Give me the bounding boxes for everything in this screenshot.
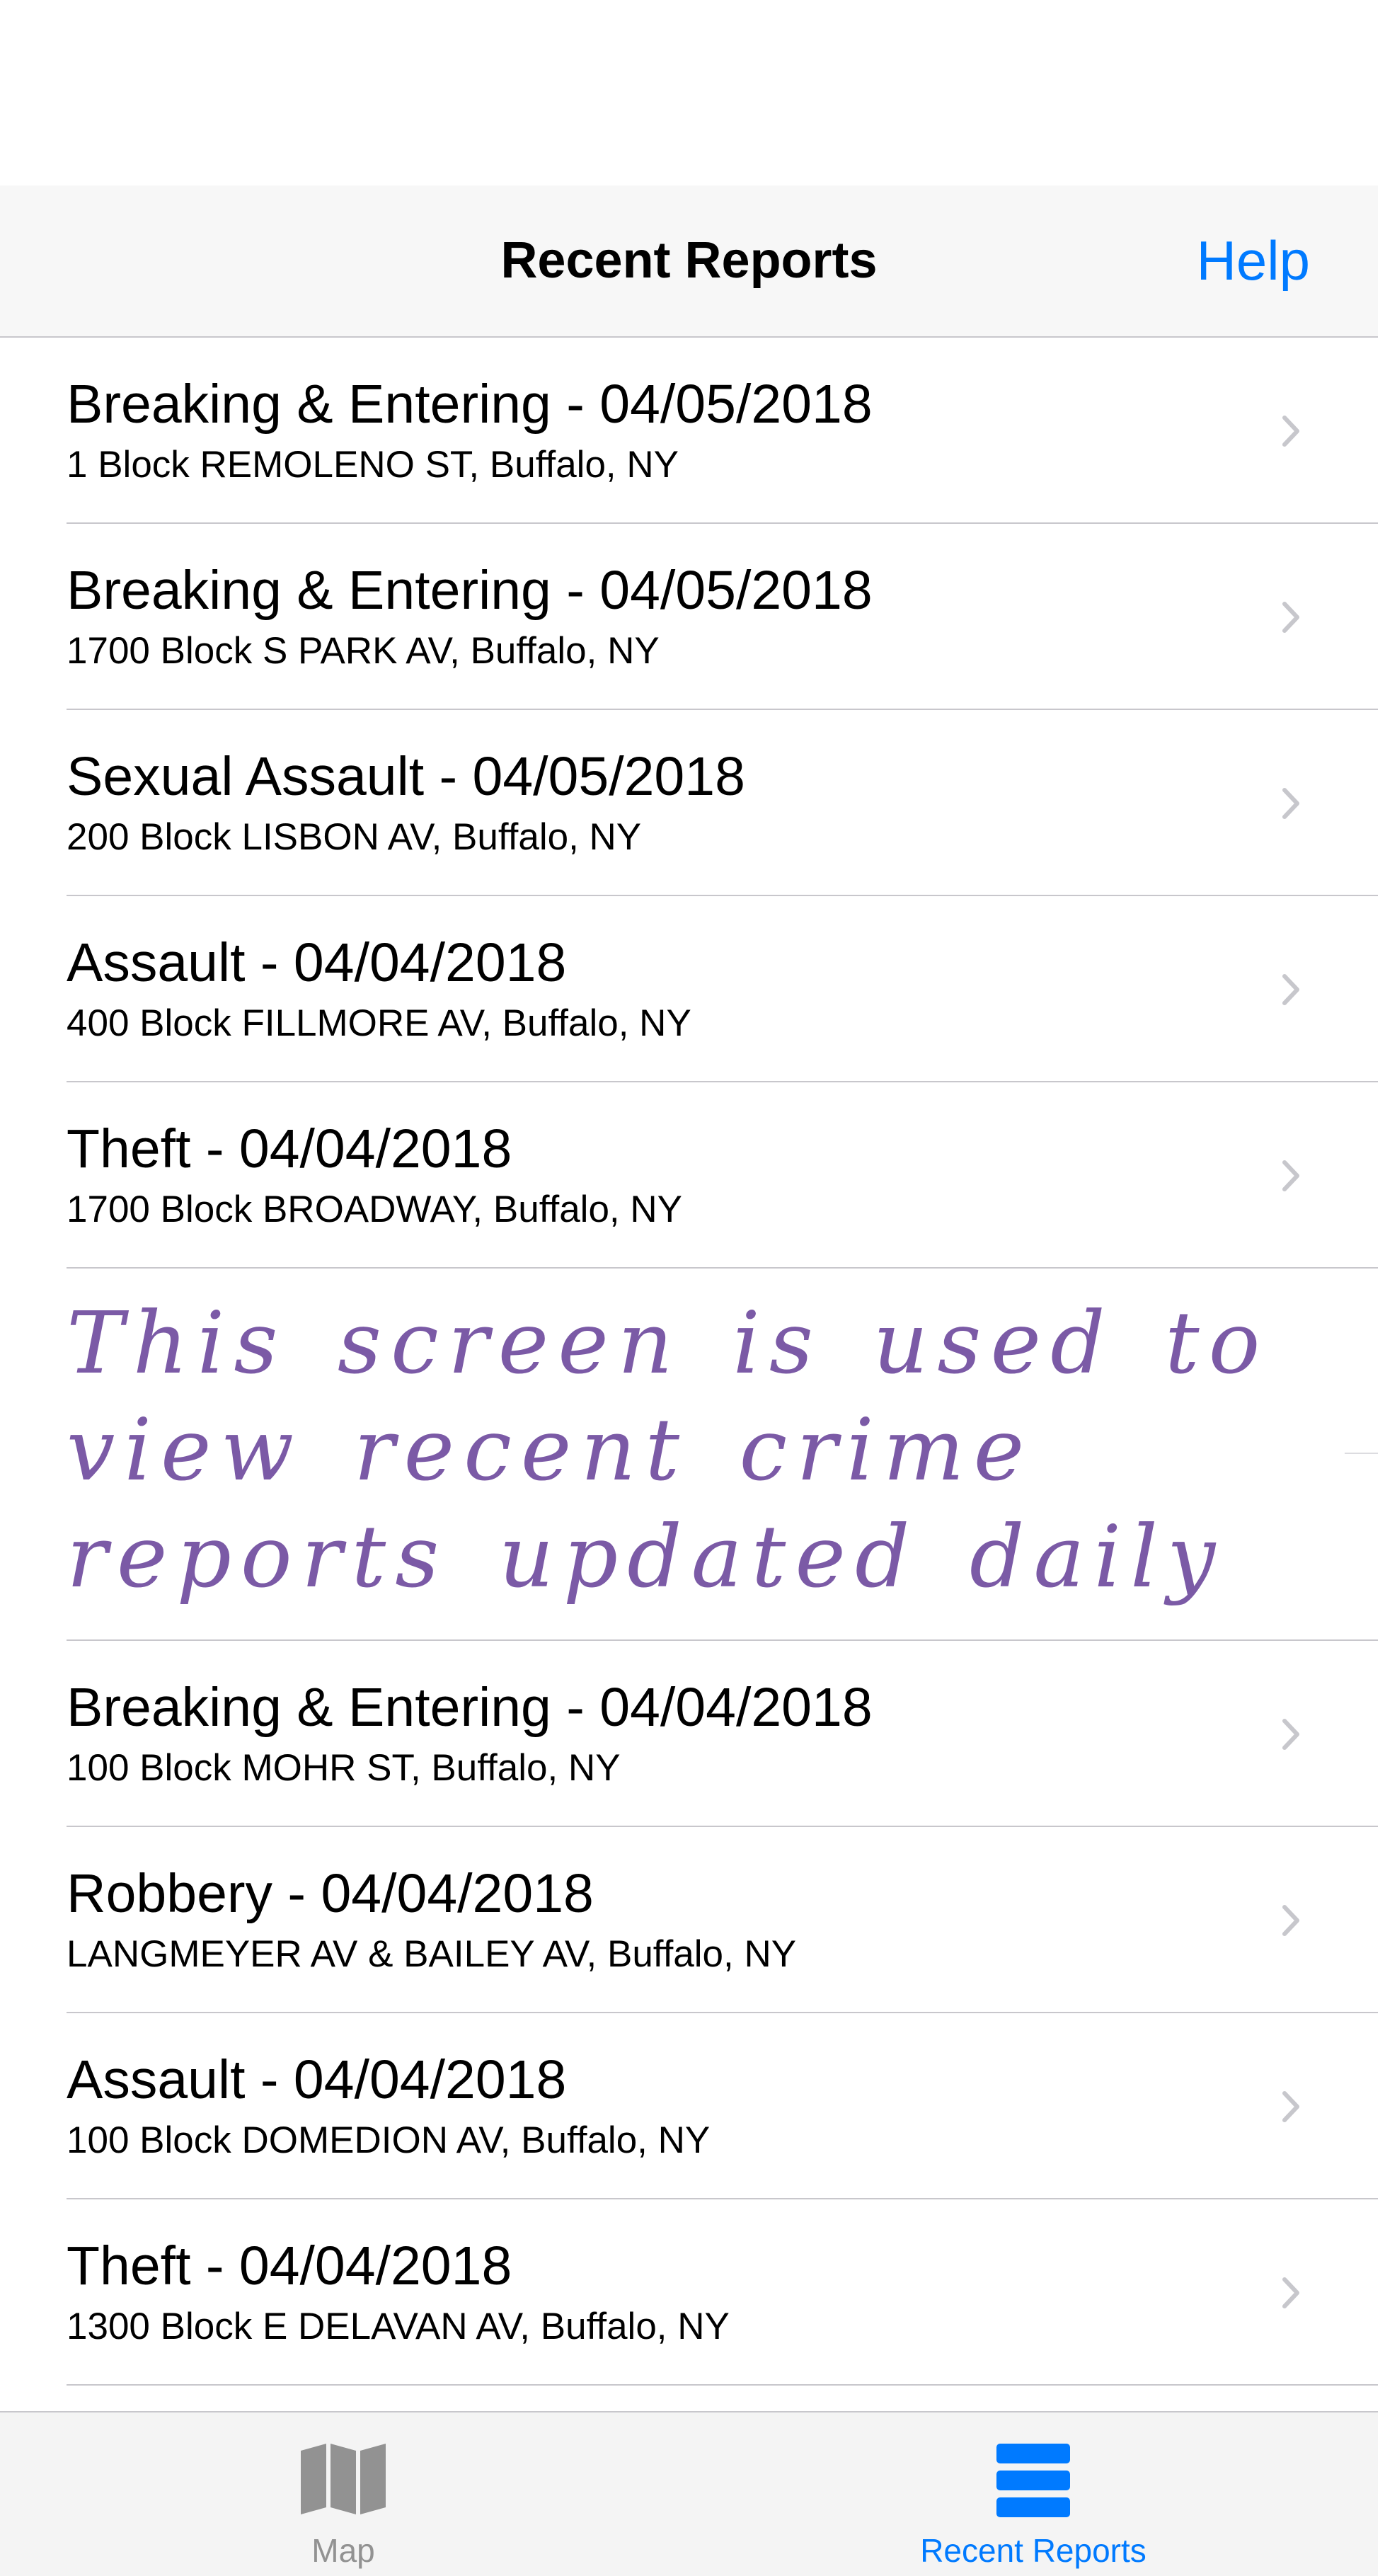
chevron-right-icon bbox=[1282, 1719, 1299, 1750]
chevron-right-icon bbox=[1282, 1160, 1299, 1191]
report-row[interactable]: Sexual Assault - 04/05/2018 200 Block LI… bbox=[0, 710, 1378, 896]
report-address: 100 Block DOMEDION AV, Buffalo, NY bbox=[67, 2119, 711, 2161]
report-title: Breaking & Entering - 04/05/2018 bbox=[67, 374, 873, 435]
report-row[interactable]: Breaking & Entering - 04/05/2018 1 Block… bbox=[0, 338, 1378, 524]
report-title: Theft - 04/04/2018 bbox=[67, 1118, 512, 1179]
report-row[interactable]: Theft - 04/04/2018 1300 Block E DELAVAN … bbox=[0, 2199, 1378, 2386]
tab-bar: Map Recent Reports bbox=[0, 2411, 1378, 2576]
report-row[interactable]: Breaking & Entering - 04/05/2018 1700 Bl… bbox=[0, 524, 1378, 710]
report-title: Breaking & Entering - 04/05/2018 bbox=[67, 560, 873, 621]
chevron-right-icon bbox=[1282, 974, 1299, 1005]
annotation-text: This screen is used to view recent crime… bbox=[67, 1293, 1270, 1607]
tab-label-map: Map bbox=[311, 2532, 375, 2569]
tab-map[interactable]: Map bbox=[202, 2412, 485, 2576]
report-address: 1 Block REMOLENO ST, Buffalo, NY bbox=[67, 444, 679, 486]
report-address: 100 Block MOHR ST, Buffalo, NY bbox=[67, 1747, 621, 1789]
report-row[interactable]: Theft - 04/04/2018 1700 Block BROADWAY, … bbox=[0, 1082, 1378, 1269]
report-title: Assault - 04/04/2018 bbox=[67, 2049, 567, 2110]
report-title: Breaking & Entering - 04/04/2018 bbox=[67, 1677, 873, 1738]
report-address: LANGMEYER AV & BAILEY AV, Buffalo, NY bbox=[67, 1933, 797, 1975]
report-title: Robbery - 04/04/2018 bbox=[67, 1863, 594, 1924]
help-button[interactable]: Help bbox=[1197, 185, 1310, 336]
map-icon bbox=[301, 2444, 386, 2514]
recent-reports-screen: Recent Reports Help Breaking & Entering … bbox=[0, 0, 1378, 2576]
list-icon bbox=[996, 2444, 1070, 2517]
report-title: Sexual Assault - 04/05/2018 bbox=[67, 746, 745, 807]
screen-edge bbox=[1378, 0, 1385, 2576]
navigation-bar: Recent Reports Help bbox=[0, 185, 1378, 338]
page-title: Recent Reports bbox=[500, 232, 878, 289]
report-row[interactable]: Robbery - 04/04/2018 LANGMEYER AV & BAIL… bbox=[0, 1827, 1378, 2013]
report-address: 200 Block LISBON AV, Buffalo, NY bbox=[67, 816, 642, 858]
report-address: 1300 Block E DELAVAN AV, Buffalo, NY bbox=[67, 2306, 730, 2347]
chevron-right-icon bbox=[1282, 2091, 1299, 2122]
report-title: Theft - 04/04/2018 bbox=[67, 2236, 512, 2296]
chevron-right-icon bbox=[1282, 2277, 1299, 2308]
report-row[interactable]: Breaking & Entering - 04/04/2018 100 Blo… bbox=[0, 1641, 1378, 1827]
chevron-right-icon bbox=[1282, 602, 1299, 633]
report-address: 1700 Block S PARK AV, Buffalo, NY bbox=[67, 630, 660, 672]
reports-list: Breaking & Entering - 04/05/2018 1 Block… bbox=[0, 338, 1378, 2386]
tab-recent-reports[interactable]: Recent Reports bbox=[892, 2412, 1175, 2576]
annotation-overlay: This screen is used to view recent crime… bbox=[0, 1269, 1378, 1641]
report-address: 1700 Block BROADWAY, Buffalo, NY bbox=[67, 1189, 682, 1230]
report-row[interactable]: Assault - 04/04/2018 100 Block DOMEDION … bbox=[0, 2013, 1378, 2199]
chevron-right-icon bbox=[1282, 788, 1299, 819]
list-separator bbox=[1345, 1453, 1378, 1454]
chevron-right-icon bbox=[1282, 416, 1299, 447]
report-address: 400 Block FILLMORE AV, Buffalo, NY bbox=[67, 1002, 691, 1044]
tab-label-recent-reports: Recent Reports bbox=[920, 2532, 1146, 2569]
chevron-right-icon bbox=[1282, 1905, 1299, 1936]
report-title: Assault - 04/04/2018 bbox=[67, 932, 567, 993]
report-row[interactable]: Assault - 04/04/2018 400 Block FILLMORE … bbox=[0, 896, 1378, 1082]
